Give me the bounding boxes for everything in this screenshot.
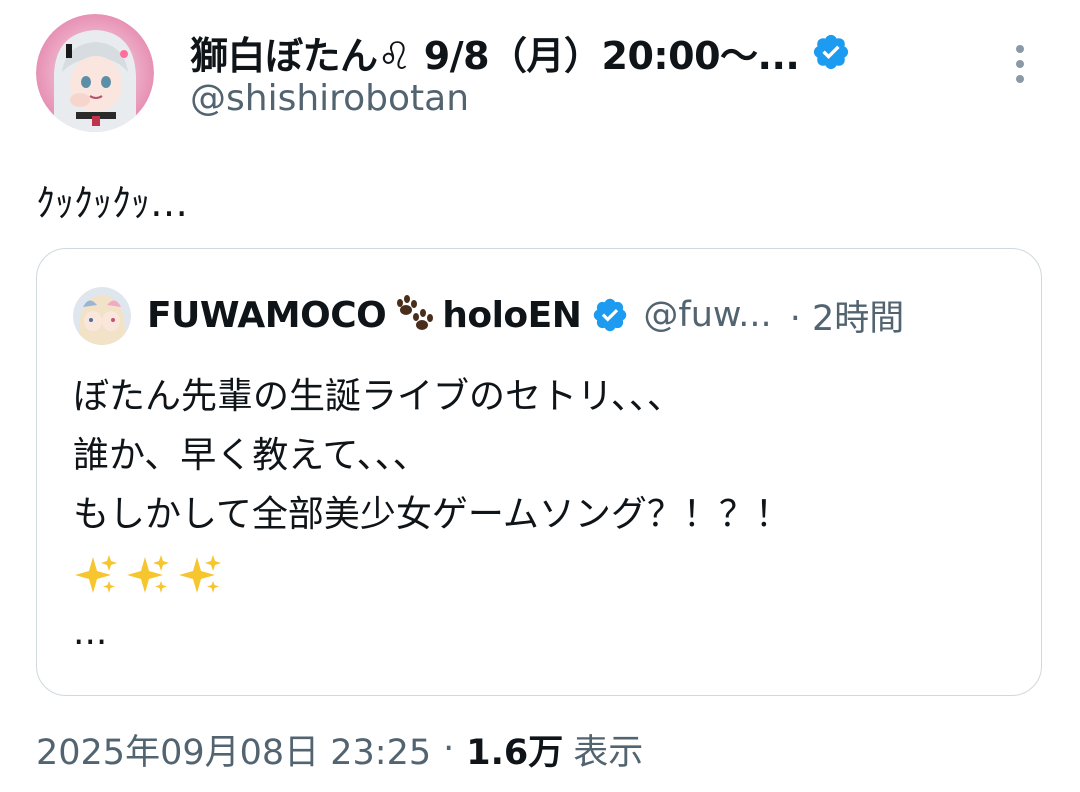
tweet-text: ｸｯｸｯｸｯ… — [36, 181, 189, 225]
sparkles-icon — [127, 554, 169, 593]
more-dot-icon — [1016, 75, 1024, 83]
views-label[interactable]: 表示 — [573, 724, 643, 775]
more-options-button[interactable] — [1000, 36, 1040, 92]
quoted-text-line: もしかして全部美少女ゲームソング？！？！ — [73, 494, 791, 535]
quoted-relative-time[interactable]: · 2時間 — [790, 290, 905, 341]
meta-separator: · — [443, 729, 455, 769]
quoted-text-more: ... — [73, 612, 108, 653]
quoted-text-line: 誰か、早く教えて、、、 — [73, 435, 429, 476]
tweet-meta: 2025年09月08日 23:25 · 1.6万 表示 — [36, 722, 643, 776]
tweet-timestamp[interactable]: 2025年09月08日 23:25 — [36, 724, 431, 775]
sparkles-icon — [179, 554, 221, 593]
quoted-text-line: ぼたん先輩の生誕ライブのセトリ、、、 — [73, 376, 683, 417]
quoted-display-name[interactable]: FUWAMOCO — [147, 295, 387, 336]
tweet: 獅白ぼたん♌ 9/8（月）20:00〜... @shishirobotan ｸｯ… — [0, 0, 1080, 792]
author-avatar[interactable] — [36, 14, 154, 132]
quoted-author-avatar[interactable] — [73, 287, 131, 345]
quoted-display-name-suffix[interactable]: holoEN — [442, 295, 582, 336]
more-dot-icon — [1016, 60, 1024, 68]
views-count[interactable]: 1.6万 — [466, 724, 563, 775]
avatar-image — [36, 14, 154, 132]
more-dot-icon — [1016, 45, 1024, 53]
author-name-row[interactable]: 獅白ぼたん♌ 9/8（月）20:00〜... — [190, 22, 851, 82]
quoted-avatar-image — [73, 287, 131, 345]
author-display-name[interactable]: 獅白ぼたん♌ 9/8（月）20:00〜... — [190, 25, 800, 80]
quoted-header[interactable]: FUWAMOCO holoEN @fuw... · 2時間 — [147, 285, 904, 345]
author-handle[interactable]: @shishirobotan — [190, 78, 469, 119]
quoted-tweet-text: ぼたん先輩の生誕ライブのセトリ、、、 誰か、早く教えて、、、 もしかして全部美少… — [73, 367, 791, 662]
verified-badge-icon — [594, 298, 627, 332]
quoted-handle[interactable]: @fuw... — [643, 295, 771, 335]
sparkles-emoji-line — [73, 544, 791, 603]
sparkles-icon — [75, 554, 117, 593]
verified-badge-icon — [814, 34, 849, 70]
paw-prints-icon — [397, 295, 434, 330]
quoted-tweet-card[interactable]: FUWAMOCO holoEN @fuw... · 2時間 ぼたん先輩の生誕ライ… — [36, 248, 1042, 696]
